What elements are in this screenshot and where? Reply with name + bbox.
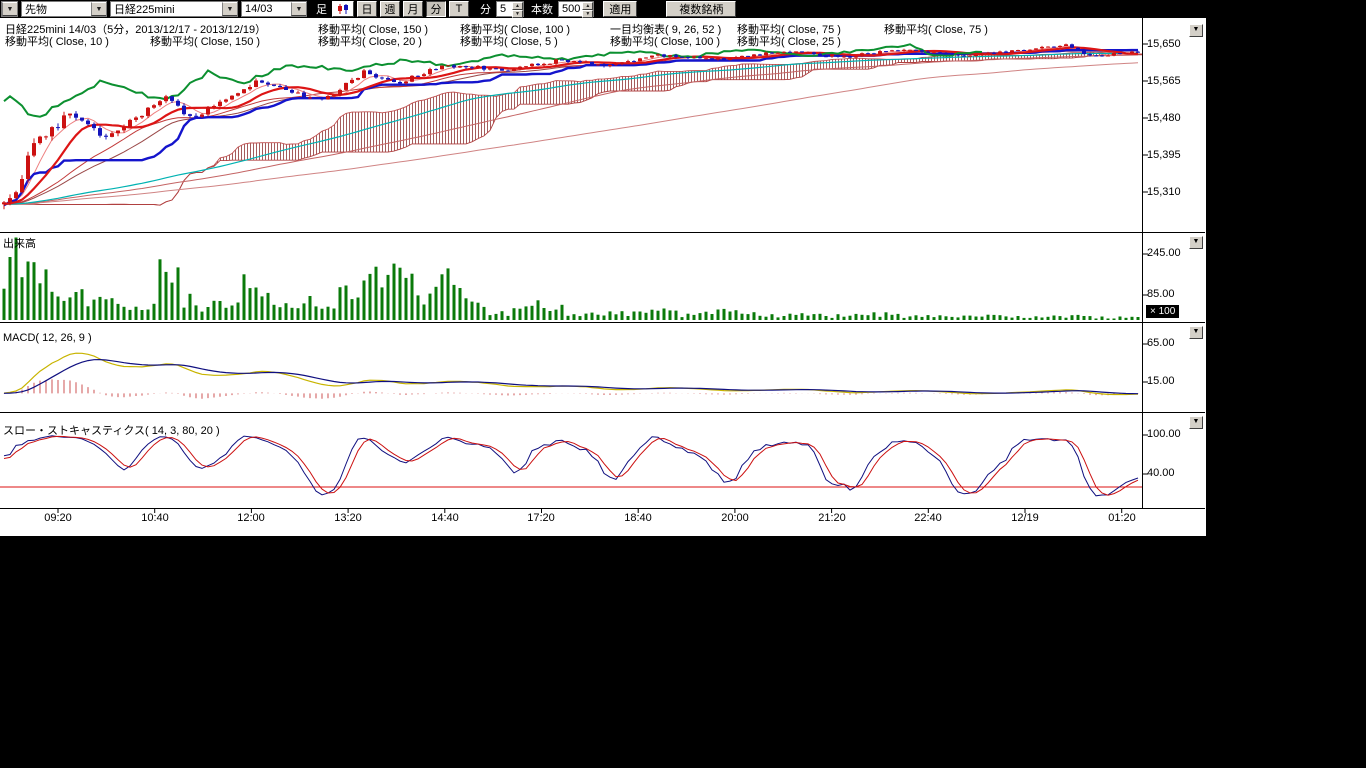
price-axis-label-5: 15,310 bbox=[1147, 186, 1181, 198]
chevron-down-icon: ▼ bbox=[222, 2, 237, 16]
market-value: 先物 bbox=[25, 1, 47, 17]
chevron-down-icon: ▼ bbox=[291, 2, 306, 16]
price-axis-label-3: 15,480 bbox=[1147, 112, 1181, 124]
legend-ma150b: 移動平均( Close, 150 ) bbox=[150, 33, 260, 49]
macd-pane-menu-button[interactable]: ▼ bbox=[1189, 326, 1203, 339]
spin-down-icon[interactable]: ▼ bbox=[582, 10, 593, 18]
volume-pane-label: 出来高 bbox=[3, 235, 36, 251]
time-label-5: 14:40 bbox=[417, 512, 473, 524]
price-axis-label-4: 15,395 bbox=[1147, 149, 1181, 161]
spin-up-icon[interactable]: ▲ bbox=[512, 2, 523, 10]
time-label-12: 01:20 bbox=[1094, 512, 1150, 524]
multi-symbol-button[interactable]: 複数銘柄 bbox=[666, 1, 736, 17]
count-label: 本数 bbox=[531, 1, 553, 17]
time-label-8: 20:00 bbox=[707, 512, 763, 524]
symbol-value: 日経225mini bbox=[114, 1, 175, 17]
chevron-down-icon: ▼ bbox=[91, 2, 106, 16]
time-label-1: 09:20 bbox=[30, 512, 86, 524]
legend-ma100b: 移動平均( Close, 100 ) bbox=[610, 33, 720, 49]
price-axis-label-1: 15,650 bbox=[1147, 38, 1181, 50]
bar-type-label: 足 bbox=[316, 1, 327, 17]
time-label-10: 22:40 bbox=[900, 512, 956, 524]
chart-canvas[interactable] bbox=[0, 18, 1206, 536]
price-axis-label-2: 15,565 bbox=[1147, 75, 1181, 87]
period-month-button[interactable]: 月 bbox=[403, 1, 423, 17]
time-label-6: 17:20 bbox=[513, 512, 569, 524]
interval-stepper[interactable]: 5 ▲ ▼ bbox=[496, 1, 524, 17]
time-label-9: 21:20 bbox=[804, 512, 860, 524]
contract-select[interactable]: 14/03 ▼ bbox=[241, 1, 307, 17]
apply-button[interactable]: 適用 bbox=[603, 1, 637, 17]
stoch-pane-menu-button[interactable]: ▼ bbox=[1189, 416, 1203, 429]
price-pane-menu-button[interactable]: ▼ bbox=[1189, 24, 1203, 37]
chevron-down-icon: ▼ bbox=[2, 2, 17, 16]
period-day-button[interactable]: 日 bbox=[357, 1, 377, 17]
spin-up-icon[interactable]: ▲ bbox=[582, 2, 593, 10]
period-week-button[interactable]: 週 bbox=[380, 1, 400, 17]
main-toolbar: ▼ 先物 ▼ 日経225mini ▼ 14/03 ▼ 足 日 週 月 分 T 分 bbox=[0, 0, 1206, 18]
bar-count-stepper[interactable]: 500 ▲ ▼ bbox=[558, 1, 594, 17]
symbol-select[interactable]: 日経225mini ▼ bbox=[110, 1, 238, 17]
period-minute-button[interactable]: 分 bbox=[426, 1, 446, 17]
time-label-7: 18:40 bbox=[610, 512, 666, 524]
time-label-4: 13:20 bbox=[320, 512, 376, 524]
stoch-pane-label: スロー・ストキャスティクス( 14, 3, 80, 20 ) bbox=[3, 422, 220, 438]
chart-style-button[interactable] bbox=[332, 1, 354, 17]
macd-axis-label-2: 15.00 bbox=[1147, 375, 1175, 387]
contract-value: 14/03 bbox=[245, 3, 273, 15]
market-select[interactable]: 先物 ▼ bbox=[21, 1, 107, 17]
candlestick-icon bbox=[337, 3, 349, 15]
macd-axis-label-1: 65.00 bbox=[1147, 337, 1175, 349]
time-label-3: 12:00 bbox=[223, 512, 279, 524]
legend-ma10: 移動平均( Close, 10 ) bbox=[5, 33, 109, 49]
volume-multiplier-badge: × 100 bbox=[1146, 305, 1179, 318]
volume-axis-label-2: 85.00 bbox=[1147, 288, 1175, 300]
legend-ma5: 移動平均( Close, 5 ) bbox=[460, 33, 558, 49]
legend-row-1: 日経225mini 14/03（5分，2013/12/17 - 2013/12/… bbox=[0, 21, 1142, 33]
interval-value: 5 bbox=[497, 2, 512, 16]
spin-down-icon[interactable]: ▼ bbox=[512, 10, 523, 18]
time-label-11: 12/19 bbox=[997, 512, 1053, 524]
bar-count-value: 500 bbox=[559, 2, 582, 16]
legend-ma25: 移動平均( Close, 25 ) bbox=[737, 33, 841, 49]
macd-pane-label: MACD( 12, 26, 9 ) bbox=[3, 332, 92, 344]
minute-label: 分 bbox=[480, 1, 491, 17]
stoch-axis-label-1: 100.00 bbox=[1147, 428, 1181, 440]
volume-axis-label-1: 245.00 bbox=[1147, 247, 1181, 259]
stoch-axis-label-2: 40.00 bbox=[1147, 467, 1175, 479]
chart-area: 日経225mini 14/03（5分，2013/12/17 - 2013/12/… bbox=[0, 18, 1206, 536]
legend-row-2: 移動平均( Close, 10 ) 移動平均( Close, 150 ) 移動平… bbox=[0, 33, 1142, 45]
time-label-2: 10:40 bbox=[127, 512, 183, 524]
period-tick-button[interactable]: T bbox=[449, 1, 469, 17]
app-window: ▼ 先物 ▼ 日経225mini ▼ 14/03 ▼ 足 日 週 月 分 T 分 bbox=[0, 0, 1366, 768]
system-dropdown[interactable]: ▼ bbox=[1, 1, 18, 17]
volume-pane-menu-button[interactable]: ▼ bbox=[1189, 236, 1203, 249]
legend-ma20: 移動平均( Close, 20 ) bbox=[318, 33, 422, 49]
